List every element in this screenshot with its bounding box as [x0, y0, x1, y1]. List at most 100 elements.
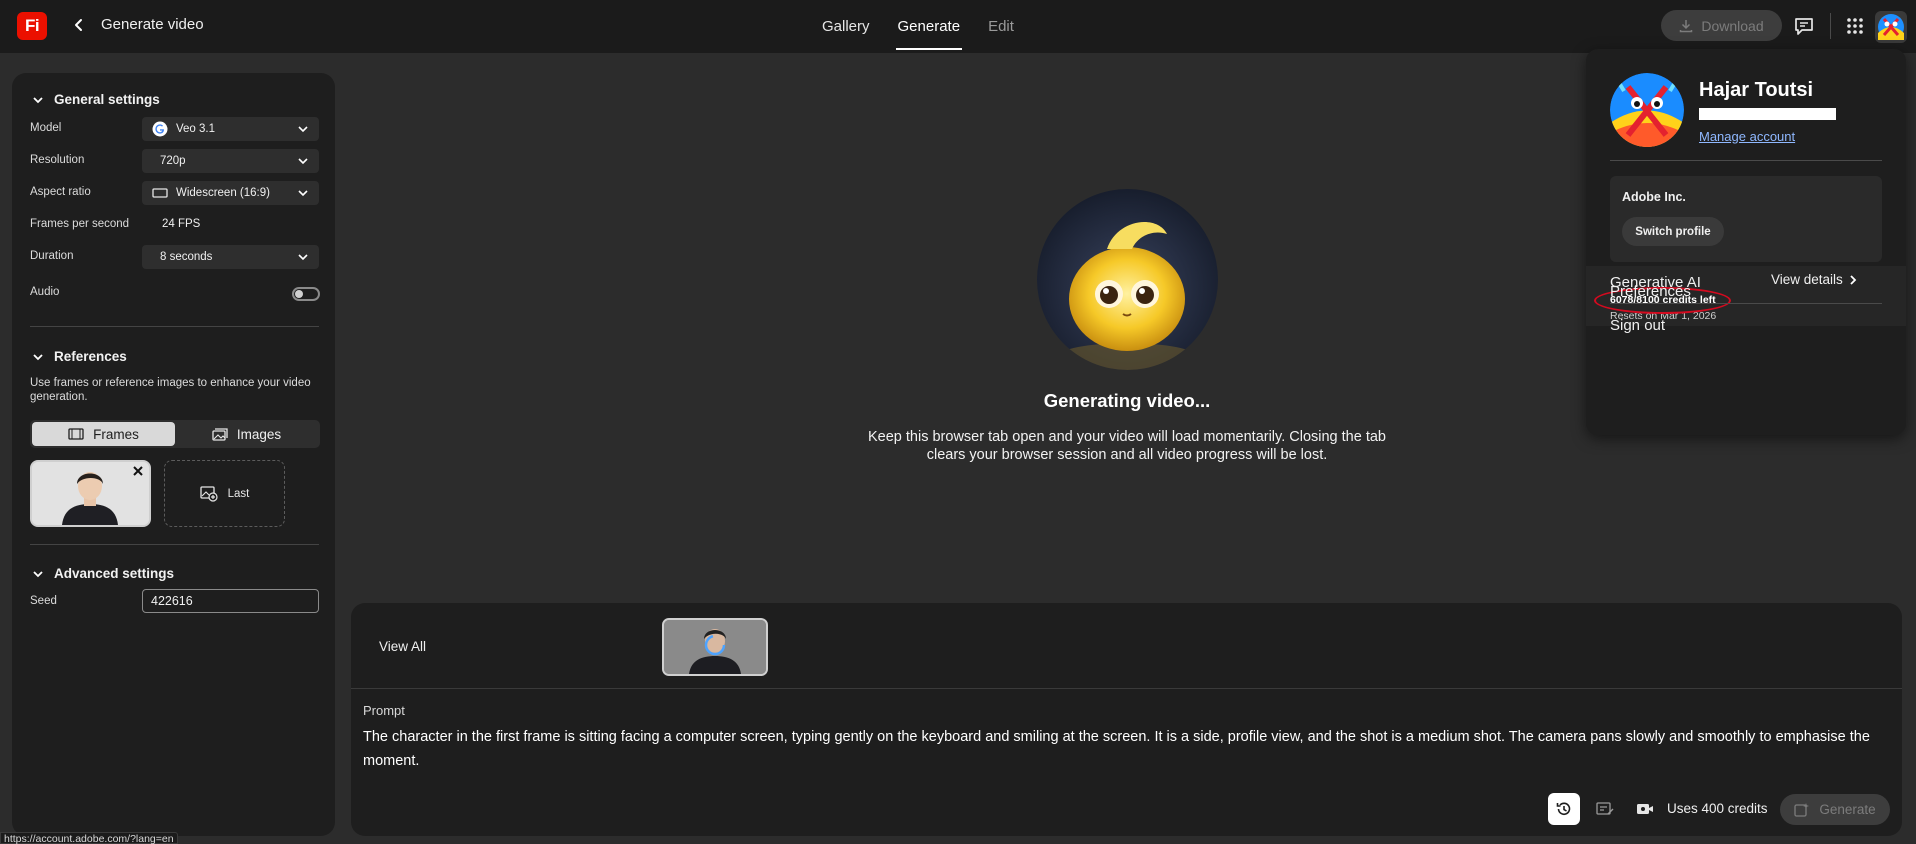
manage-account-link[interactable]: Manage account: [1699, 129, 1795, 144]
frames-tab[interactable]: Frames: [32, 422, 175, 446]
generating-placeholder-image: [1037, 189, 1218, 370]
browser-status-url: https://account.adobe.com/?lang=en: [0, 832, 178, 844]
google-logo-icon: [152, 121, 168, 137]
tab-generate[interactable]: Generate: [895, 0, 963, 53]
generate-sparkle-icon: [1794, 802, 1810, 817]
generating-description: Keep this browser tab open and your vide…: [868, 429, 1386, 463]
last-frame-drop-zone[interactable]: Last: [164, 460, 285, 527]
general-settings-title: General settings: [54, 92, 160, 107]
references-header[interactable]: References: [32, 349, 127, 364]
switch-profile-button[interactable]: Switch profile: [1622, 217, 1724, 246]
references-title: References: [54, 349, 127, 364]
frames-tab-label: Frames: [93, 426, 139, 442]
main-tabs: Gallery Generate Edit: [820, 0, 1016, 53]
resolution-label: Resolution: [30, 154, 85, 166]
profile-avatar-button[interactable]: [1875, 11, 1907, 43]
back-chevron-icon[interactable]: [72, 15, 86, 35]
audio-toggle[interactable]: [292, 287, 320, 301]
prompt-label: Prompt: [363, 703, 405, 718]
chevron-down-icon: [298, 190, 308, 197]
tab-edit[interactable]: Edit: [986, 0, 1016, 53]
account-name: Hajar Toutsi: [1699, 79, 1814, 101]
top-bar: Fi Generate video Gallery Generate Edit …: [0, 0, 1916, 53]
history-icon: [1556, 802, 1571, 816]
generation-thumbnail[interactable]: [662, 618, 768, 676]
video-credits-icon: [1637, 804, 1653, 814]
chevron-right-icon: [1850, 274, 1857, 285]
generating-title: Generating video...: [1043, 390, 1211, 411]
avatar-art-icon: [1878, 14, 1904, 40]
chevron-down-icon: [33, 570, 43, 577]
references-description: Use frames or reference images to enhanc…: [30, 377, 311, 403]
text-edit-icon: [1596, 802, 1614, 815]
aspect-ratio-select[interactable]: Widescreen (16:9): [142, 181, 319, 205]
firefly-logo[interactable]: Fi: [17, 12, 47, 40]
redacted-email: [1699, 108, 1836, 120]
tab-gallery[interactable]: Gallery: [820, 0, 872, 53]
film-frames-icon: [68, 428, 84, 440]
chevron-down-icon: [33, 96, 43, 103]
aspect-ratio-value: Widescreen (16:9): [176, 187, 270, 199]
general-settings-header[interactable]: General settings: [32, 92, 160, 107]
panel-divider: [351, 688, 1902, 689]
organization-card: Adobe Inc. Switch profile: [1610, 176, 1882, 262]
advanced-settings-header[interactable]: Advanced settings: [32, 566, 174, 581]
generate-label: Generate: [1819, 802, 1876, 817]
prompt-settings-button[interactable]: [1589, 793, 1621, 825]
view-details-link[interactable]: View details: [1771, 272, 1857, 287]
section-divider: [30, 544, 319, 545]
duration-select[interactable]: 8 seconds: [142, 245, 319, 269]
chevron-down-icon: [298, 254, 308, 261]
sign-out-link[interactable]: Sign out: [1610, 317, 1665, 334]
model-label: Model: [30, 122, 62, 134]
download-icon: [1680, 19, 1693, 32]
aspect-ratio-label: Aspect ratio: [30, 186, 91, 198]
apps-grid-icon[interactable]: [1843, 14, 1867, 38]
credits-cost: Uses 400 credits: [1667, 801, 1768, 816]
model-value: Veo 3.1: [176, 123, 216, 135]
view-details-label: View details: [1771, 272, 1843, 287]
page-title: Generate video: [101, 16, 204, 33]
resolution-value: 720p: [160, 155, 186, 167]
first-frame-thumbnail[interactable]: [30, 460, 151, 527]
chevron-down-icon: [298, 126, 308, 133]
seed-label: Seed: [30, 595, 57, 607]
fps-value: 24 FPS: [162, 218, 201, 230]
widescreen-icon: [152, 185, 168, 201]
seed-input[interactable]: [142, 589, 319, 613]
add-image-icon: [199, 485, 218, 502]
prompt-textarea[interactable]: The character in the first frame is sitt…: [363, 725, 1893, 773]
model-select[interactable]: Veo 3.1: [142, 117, 319, 141]
feedback-icon[interactable]: [1792, 14, 1816, 38]
remove-frame-icon[interactable]: [131, 464, 145, 478]
history-button[interactable]: [1548, 793, 1580, 825]
view-all-link[interactable]: View All: [379, 639, 426, 654]
images-tab[interactable]: Images: [175, 422, 318, 446]
organization-name: Adobe Inc.: [1622, 190, 1686, 204]
settings-panel: General settings Model Veo 3.1 Resolutio…: [12, 73, 335, 836]
section-divider: [30, 326, 319, 327]
credits-info-button[interactable]: [1629, 793, 1661, 825]
account-avatar: [1610, 73, 1684, 147]
generate-button[interactable]: Generate: [1780, 794, 1890, 825]
popup-divider: [1610, 303, 1882, 304]
resolution-select[interactable]: 720p: [142, 149, 319, 173]
toolbar-separator: [1830, 13, 1831, 39]
download-label: Download: [1701, 17, 1764, 34]
duration-label: Duration: [30, 250, 74, 262]
popup-divider: [1610, 160, 1882, 161]
preferences-link[interactable]: Preferences: [1610, 283, 1691, 300]
audio-label: Audio: [30, 286, 60, 298]
chevron-down-icon: [298, 158, 308, 165]
download-button[interactable]: Download: [1661, 10, 1782, 41]
fps-label: Frames per second: [30, 218, 130, 230]
images-tab-label: Images: [236, 426, 282, 442]
last-frame-label: Last: [227, 487, 250, 500]
prompt-panel: View All Prompt The character in the fir…: [351, 603, 1902, 836]
reference-type-toggle: Frames Images: [30, 420, 320, 448]
duration-value: 8 seconds: [160, 251, 213, 263]
advanced-settings-title: Advanced settings: [54, 566, 175, 581]
images-icon: [212, 427, 228, 441]
account-menu-popup: Hajar Toutsi Manage account Adobe Inc. S…: [1586, 49, 1906, 435]
chevron-down-icon: [33, 353, 43, 360]
